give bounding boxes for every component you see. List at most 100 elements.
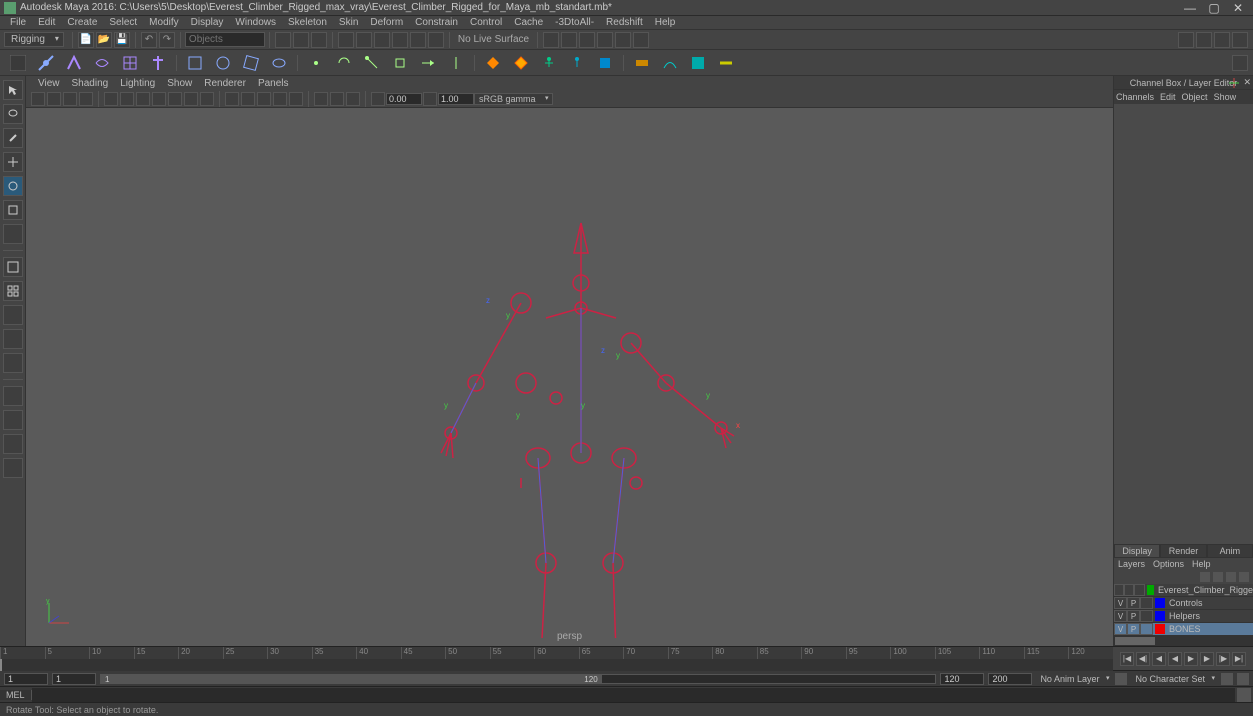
menu-cache[interactable]: Cache [508, 17, 549, 28]
layer-row[interactable]: Everest_Climber_Rigge [1114, 584, 1253, 597]
vp-wireframe-button[interactable] [225, 92, 239, 106]
menu-edit[interactable]: Edit [32, 17, 61, 28]
layer-menu-options[interactable]: Options [1153, 559, 1184, 569]
character-set-dropdown[interactable]: No Character Set [1131, 674, 1217, 684]
layout-two-v[interactable] [3, 329, 23, 349]
vp-xray-button[interactable] [330, 92, 344, 106]
anim-layer-dropdown[interactable]: No Anim Layer [1036, 674, 1111, 684]
play-back-button[interactable]: ◀ [1168, 652, 1182, 666]
layer-row[interactable]: VPBONES [1114, 623, 1253, 636]
command-input[interactable] [32, 688, 1235, 702]
tab-display-layers[interactable]: Display [1114, 544, 1160, 558]
anim-start-input[interactable] [4, 673, 48, 685]
go-start-button[interactable]: |◀ [1120, 652, 1134, 666]
save-scene-button[interactable]: 💾 [114, 32, 130, 48]
graph-button[interactable] [3, 410, 23, 430]
menu-deform[interactable]: Deform [364, 17, 409, 28]
quick-rig-icon[interactable] [566, 52, 588, 74]
constraint-aim-icon[interactable] [417, 52, 439, 74]
layer-color-swatch[interactable] [1155, 611, 1165, 621]
manip-icon[interactable] [1229, 78, 1239, 88]
script-editor-button[interactable] [1237, 688, 1251, 702]
menu-skeleton[interactable]: Skeleton [282, 17, 333, 28]
playback-end-input[interactable] [940, 673, 984, 685]
constraint-pole-icon[interactable] [445, 52, 467, 74]
paint-select-tool[interactable] [3, 128, 23, 148]
layer-move-down-button[interactable] [1213, 572, 1223, 582]
constraint-point-icon[interactable] [305, 52, 327, 74]
layout-four[interactable] [3, 281, 23, 301]
vp-exposure-input[interactable] [386, 93, 422, 105]
render-settings-button[interactable] [597, 32, 613, 48]
time-cursor[interactable] [0, 659, 2, 671]
vp-safe-title-button[interactable] [200, 92, 214, 106]
set-key-icon[interactable] [482, 52, 504, 74]
vp-gamma-button[interactable] [423, 92, 437, 106]
ik-spline-icon[interactable] [91, 52, 113, 74]
move-tool[interactable] [3, 152, 23, 172]
menu-windows[interactable]: Windows [229, 17, 282, 28]
scale-tool[interactable] [3, 200, 23, 220]
layer-playback-toggle[interactable]: P [1127, 610, 1140, 622]
menu-modify[interactable]: Modify [143, 17, 184, 28]
snap-surface-button[interactable] [410, 32, 426, 48]
render-view-button[interactable] [615, 32, 631, 48]
snap-point-button[interactable] [374, 32, 390, 48]
trax-icon[interactable] [715, 52, 737, 74]
layer-visible-toggle[interactable]: V [1114, 597, 1127, 609]
character-icon[interactable] [594, 52, 616, 74]
tab-show[interactable]: Show [1214, 92, 1237, 102]
panel-close-button[interactable]: ✕ [1243, 77, 1251, 88]
layer-playback-toggle[interactable]: P [1127, 623, 1140, 635]
vp-camera-lock-button[interactable] [47, 92, 61, 106]
close-button[interactable]: ✕ [1227, 1, 1249, 15]
hypergraph-button[interactable] [3, 458, 23, 478]
dope-sheet-icon[interactable] [687, 52, 709, 74]
layer-visible-toggle[interactable]: V [1114, 610, 1127, 622]
menu-3dtoall[interactable]: -3DtoAll- [549, 17, 600, 28]
vp-colorspace-dropdown[interactable]: sRGB gamma [474, 93, 553, 105]
constraint-orient-icon[interactable] [333, 52, 355, 74]
layer-type-toggle[interactable] [1134, 584, 1144, 596]
vp-xray-joints-button[interactable] [346, 92, 360, 106]
lasso-tool[interactable] [3, 104, 23, 124]
vp-field-chart-button[interactable] [168, 92, 182, 106]
step-back-button[interactable]: ◀ [1152, 652, 1166, 666]
outliner-button[interactable] [3, 386, 23, 406]
constraint-parent-icon[interactable] [361, 52, 383, 74]
layout-two-h[interactable] [3, 305, 23, 325]
bind-skin-icon[interactable] [184, 52, 206, 74]
auto-key-button[interactable] [1115, 673, 1127, 685]
minimize-button[interactable]: — [1179, 1, 1201, 15]
layer-playback-toggle[interactable] [1124, 584, 1134, 596]
layer-visible-toggle[interactable]: V [1114, 623, 1127, 635]
layer-visible-toggle[interactable] [1114, 584, 1124, 596]
vp-menu-shading[interactable]: Shading [66, 78, 115, 89]
layer-playback-toggle[interactable]: P [1127, 597, 1140, 609]
menu-display[interactable]: Display [185, 17, 230, 28]
snap-plane-button[interactable] [392, 32, 408, 48]
vp-film-gate-button[interactable] [120, 92, 134, 106]
go-end-button[interactable]: ▶| [1232, 652, 1246, 666]
shelf-options-button[interactable] [1232, 55, 1248, 71]
layer-color-swatch[interactable] [1147, 585, 1154, 595]
menu-skin[interactable]: Skin [333, 17, 364, 28]
layer-color-swatch[interactable] [1155, 598, 1165, 608]
panel-toggle-2-button[interactable] [1196, 32, 1212, 48]
lattice-icon[interactable] [119, 52, 141, 74]
menu-select[interactable]: Select [103, 17, 143, 28]
vp-grid-button[interactable] [104, 92, 118, 106]
layer-menu-help[interactable]: Help [1192, 559, 1211, 569]
vp-resolution-gate-button[interactable] [136, 92, 150, 106]
tab-render-layers[interactable]: Render [1160, 544, 1206, 558]
time-ruler[interactable]: 1510152025303540455055606570758085909510… [0, 647, 1113, 670]
selection-search-input[interactable] [185, 32, 265, 47]
constraint-scale-icon[interactable] [389, 52, 411, 74]
range-track[interactable]: 1 120 [100, 674, 936, 684]
tab-object[interactable]: Object [1182, 92, 1208, 102]
workspace-dropdown[interactable]: Rigging [4, 32, 64, 47]
playback-start-input[interactable] [52, 673, 96, 685]
range-thumb[interactable]: 1 120 [101, 675, 602, 683]
skeleton-icon[interactable] [147, 52, 169, 74]
cluster-icon[interactable] [240, 52, 262, 74]
